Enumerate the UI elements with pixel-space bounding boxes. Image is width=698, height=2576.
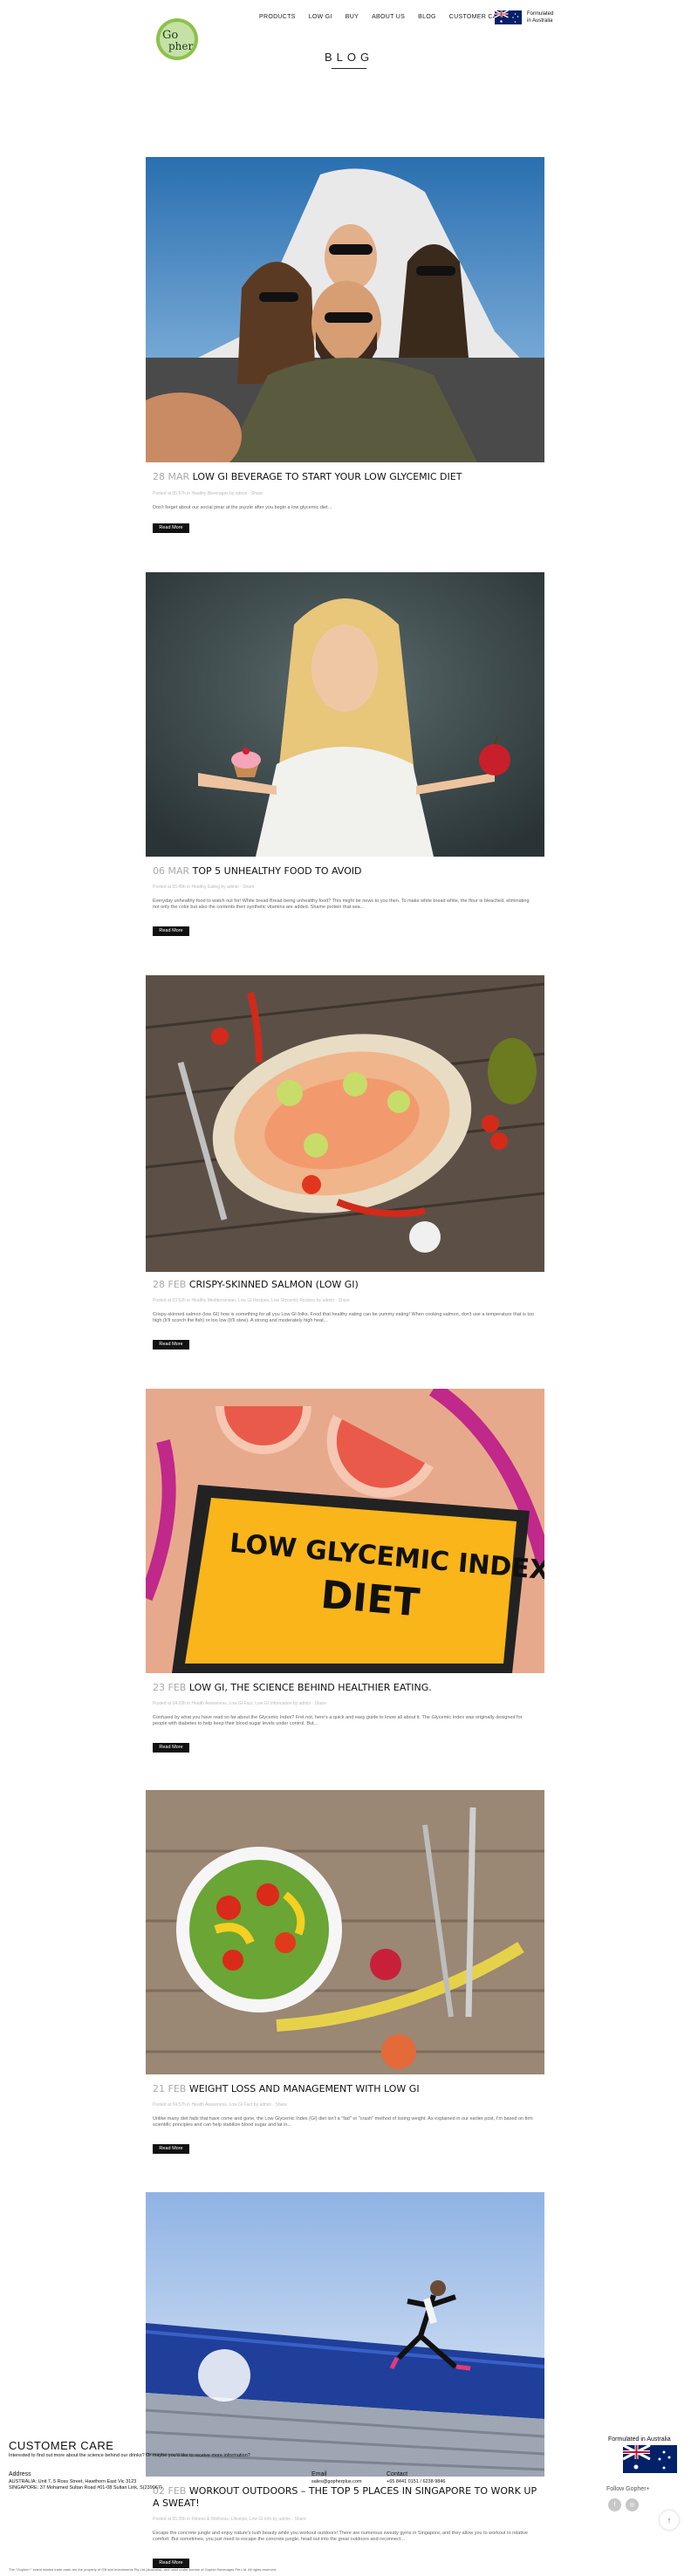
post-title[interactable]: 21 FEB WEIGHT LOSS AND MANAGEMENT WITH L… bbox=[153, 2083, 541, 2095]
main-nav: PRODUCTS LOW GI BUY ABOUT US BLOG CUSTOM… bbox=[259, 14, 519, 20]
address-australia: AUSTRALIA: Unit 7, 5 Ross Street, Hawtho… bbox=[9, 2479, 137, 2484]
formulated-label: Formulated in Australia bbox=[608, 2436, 671, 2443]
customer-care-subtitle: Interested to find out more about the sc… bbox=[9, 2453, 250, 2458]
instagram-icon[interactable]: ◎ bbox=[626, 2498, 639, 2511]
email-heading: Email bbox=[311, 2471, 327, 2477]
post-title-text[interactable]: LOW GI BEVERAGE TO START YOUR LOW GLYCEM… bbox=[193, 471, 462, 482]
post-excerpt: Unlike many diet fads that have come and… bbox=[153, 2116, 533, 2128]
post-meta: Posted at 04:22h in Health Awareness, Lo… bbox=[153, 1701, 326, 1706]
blog-post: 21 FEB WEIGHT LOSS AND MANAGEMENT WITH L… bbox=[146, 1790, 544, 2165]
nav-blog[interactable]: BLOG bbox=[418, 14, 436, 20]
post-meta: Posted at 05:57h in Healthy Beverages by… bbox=[153, 491, 263, 496]
post-title-text[interactable]: TOP 5 UNHEALTHY FOOD TO AVOID bbox=[193, 865, 362, 877]
australia-flag-icon bbox=[623, 2445, 677, 2473]
post-image[interactable] bbox=[146, 975, 544, 1272]
australia-flag-icon bbox=[495, 10, 522, 24]
nav-low-gi[interactable]: LOW GI bbox=[309, 14, 332, 20]
post-date: 23 FEB bbox=[153, 1682, 187, 1693]
post-title[interactable]: 23 FEB LOW GI, THE SCIENCE BEHIND HEALTH… bbox=[153, 1682, 541, 1694]
read-more-button[interactable]: Read More bbox=[153, 523, 189, 533]
title-underline bbox=[332, 68, 366, 69]
post-image[interactable]: LOW GLYCEMIC INDEX DIET bbox=[146, 1389, 544, 1673]
follow-label: Follow Gopher+ bbox=[606, 2486, 650, 2492]
read-more-button[interactable]: Read More bbox=[153, 1340, 189, 1349]
post-image[interactable] bbox=[146, 157, 544, 462]
facebook-icon[interactable]: f bbox=[608, 2498, 621, 2511]
arrow-up-icon: ↑ bbox=[667, 2516, 672, 2525]
post-image[interactable] bbox=[146, 1790, 544, 2074]
address-heading: Address bbox=[9, 2471, 31, 2477]
post-title-text[interactable]: WEIGHT LOSS AND MANAGEMENT WITH LOW GI bbox=[189, 2083, 420, 2094]
post-title[interactable]: 06 MAR TOP 5 UNHEALTHY FOOD TO AVOID bbox=[153, 865, 541, 878]
post-title-text[interactable]: CRISPY-SKINNED SALMON (LOW GI) bbox=[189, 1279, 359, 1290]
post-meta: Posted at 04:57h in Health Awareness, Lo… bbox=[153, 2102, 287, 2108]
nav-buy[interactable]: BUY bbox=[346, 14, 359, 20]
post-title[interactable]: 28 MAR LOW GI BEVERAGE TO START YOUR LOW… bbox=[153, 471, 541, 483]
read-more-button[interactable]: Read More bbox=[153, 926, 189, 936]
blog-post: LOW GLYCEMIC INDEX DIET 23 FEB LOW GI, T… bbox=[146, 1389, 544, 1764]
formulated-badge: Formulated in Australia bbox=[527, 10, 562, 24]
post-date: 28 FEB bbox=[153, 1279, 187, 1290]
formulated-line2: in Australia bbox=[527, 18, 553, 24]
address-singapore: SINGAPORE: 37 Mohamed Sultan Road #01-08… bbox=[9, 2485, 162, 2491]
customer-care-title: CUSTOMER CARE bbox=[9, 2439, 114, 2452]
post-excerpt: Everyday unhealthy food to watch out for… bbox=[153, 899, 530, 910]
contact-phone[interactable]: +65 8441 0151 / 6238 9846 bbox=[387, 2479, 445, 2484]
site-footer: CUSTOMER CARE Interested to find out mor… bbox=[0, 2408, 698, 2574]
post-excerpt: Don't forget about our social pinar at t… bbox=[153, 505, 332, 510]
blog-post: 28 MAR LOW GI BEVERAGE TO START YOUR LOW… bbox=[146, 157, 544, 550]
copyright-text: The "Gopher+" brand related trade mark a… bbox=[9, 2567, 277, 2572]
read-more-button[interactable]: Read More bbox=[153, 1743, 189, 1753]
formulated-line1: Formulated bbox=[527, 11, 554, 17]
blog-post: 06 MAR TOP 5 UNHEALTHY FOOD TO AVOID Pos… bbox=[146, 572, 544, 947]
post-date: 28 MAR bbox=[153, 471, 190, 482]
post-date: 21 FEB bbox=[153, 2083, 187, 2094]
page-title: BLOG bbox=[324, 51, 374, 64]
post-date: 06 MAR bbox=[153, 865, 190, 877]
email-link[interactable]: sales@gopherplus.com bbox=[311, 2479, 362, 2484]
post-excerpt: Crispy-skinned salmon (low GI) how is so… bbox=[153, 1312, 534, 1323]
post-title-text[interactable]: LOW GI, THE SCIENCE BEHIND HEALTHIER EAT… bbox=[189, 1682, 432, 1693]
post-excerpt: Confused by what you have read so far ab… bbox=[153, 1715, 523, 1726]
svg-text:DIET: DIET bbox=[319, 1573, 421, 1626]
read-more-button[interactable]: Read More bbox=[153, 2144, 189, 2154]
post-meta: Posted at 03:52h in Healthy Mediterranea… bbox=[153, 1298, 350, 1303]
nav-about-us[interactable]: ABOUT US bbox=[372, 14, 405, 20]
post-title[interactable]: 28 FEB CRISPY-SKINNED SALMON (LOW GI) bbox=[153, 1279, 541, 1291]
back-to-top-button[interactable]: ↑ bbox=[660, 2511, 679, 2530]
blog-post: 28 FEB CRISPY-SKINNED SALMON (LOW GI) Po… bbox=[146, 975, 544, 1359]
contact-heading: Contact bbox=[387, 2471, 408, 2477]
post-image[interactable] bbox=[146, 572, 544, 857]
post-meta: Posted at 05:49h in Healthy Eating by ad… bbox=[153, 885, 255, 890]
nav-products[interactable]: PRODUCTS bbox=[259, 14, 296, 20]
